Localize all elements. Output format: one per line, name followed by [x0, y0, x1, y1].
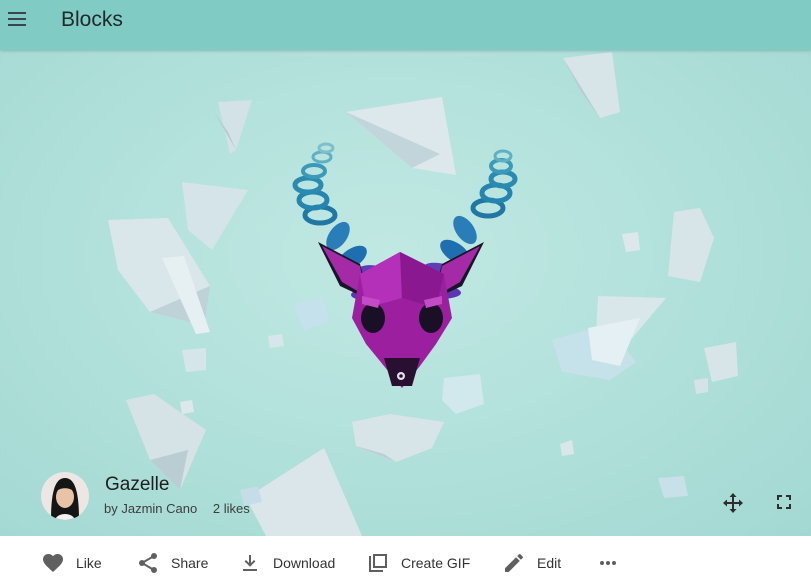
download-label: Download: [273, 555, 336, 571]
pencil-icon: [505, 554, 523, 572]
hamburger-menu-icon[interactable]: [5, 5, 29, 33]
share-label: Share: [171, 555, 209, 571]
download-icon: [243, 555, 257, 571]
app-title[interactable]: Blocks: [61, 7, 123, 33]
author-line: by Jazmin Cano 2 likes: [104, 501, 250, 517]
create-gif-icon: [369, 554, 387, 572]
author-prefix: by: [104, 501, 118, 516]
share-button[interactable]: Share: [136, 551, 208, 575]
model-viewer[interactable]: Gazelle by Jazmin Cano 2 likes: [0, 50, 811, 536]
edit-label: Edit: [537, 555, 562, 571]
model-info: Gazelle by Jazmin Cano 2 likes: [41, 472, 361, 522]
more-horizontal-icon: [600, 561, 616, 565]
more-options-button[interactable]: [596, 551, 620, 575]
model-scene[interactable]: [0, 50, 811, 536]
edit-button[interactable]: Edit: [502, 551, 561, 575]
move-arrows-icon[interactable]: [721, 491, 745, 515]
create-gif-label: Create GIF: [401, 555, 471, 571]
like-button[interactable]: Like: [41, 551, 102, 575]
action-bar: Like Share Download Create GIF Edit: [0, 536, 811, 582]
fullscreen-icon[interactable]: [772, 490, 796, 514]
author-name[interactable]: Jazmin Cano: [121, 501, 197, 516]
author-avatar[interactable]: [41, 472, 89, 520]
likes-count: 2 likes: [212, 501, 250, 516]
create-gif-button[interactable]: Create GIF: [366, 551, 470, 575]
heart-icon: [43, 554, 63, 572]
app-bar: Blocks: [0, 0, 811, 50]
deer-model: [292, 142, 518, 388]
model-title[interactable]: Gazelle: [105, 473, 169, 497]
share-icon: [139, 553, 157, 573]
like-label: Like: [76, 555, 102, 571]
download-button[interactable]: Download: [238, 551, 335, 575]
